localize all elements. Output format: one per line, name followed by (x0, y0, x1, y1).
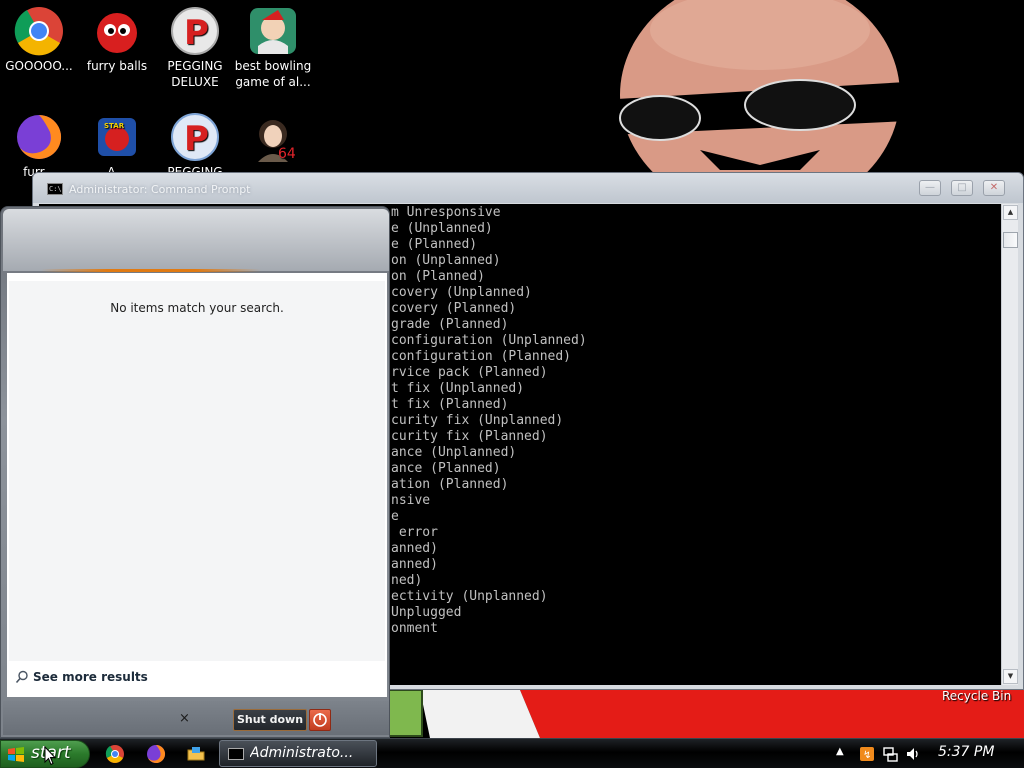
see-more-results-label: See more results (33, 670, 148, 684)
window-title: Administrator: Command Prompt (69, 183, 251, 196)
power-icon (313, 713, 327, 727)
recycle-bin-label[interactable]: Recycle Bin (942, 689, 1011, 703)
pegging-deluxe-icon: P (170, 6, 220, 56)
console-line: ectivity (Unplanned) (391, 589, 548, 604)
taskbar: start Administrato... ▲ ↯ 5:37 PM (0, 738, 1024, 768)
chrome-icon[interactable] (105, 744, 125, 764)
svg-text:P: P (184, 119, 209, 159)
furry-ball-icon (92, 6, 142, 56)
network-icon[interactable] (882, 746, 898, 762)
svg-text:64: 64 (278, 146, 296, 162)
show-hidden-icons-icon[interactable]: ▲ (836, 746, 844, 757)
console-line: anned) (391, 541, 438, 556)
console-line: e (391, 509, 399, 524)
console-line: onment (391, 621, 438, 636)
see-more-results-link[interactable]: See more results (15, 665, 148, 689)
portrait-game-icon: 64 (248, 112, 298, 162)
console-line: covery (Planned) (391, 301, 517, 316)
minimize-button[interactable]: — (919, 180, 941, 196)
start-menu-accent-line (41, 269, 261, 272)
console-icon (228, 748, 244, 760)
console-line: on (Planned) (391, 269, 485, 284)
console-line: e (Planned) (391, 237, 478, 252)
console-line: on (Unplanned) (391, 253, 501, 268)
console-line: t fix (Planned) (391, 397, 509, 412)
maximize-button[interactable]: □ (951, 180, 973, 196)
bowling-game-icon (248, 6, 298, 56)
desktop-icon-pegging-deluxe[interactable]: P PEGGING DELUXE (156, 6, 234, 90)
console-line: ned) (391, 573, 423, 588)
angry-birds-star-wars-icon: STAR (92, 112, 142, 162)
file-explorer-icon[interactable] (186, 744, 206, 764)
window-titlebar[interactable]: C:\ Administrator: Command Prompt — □ ✕ (33, 173, 1023, 203)
firefox-icon (14, 112, 64, 162)
desktop-icon-furry-balls[interactable]: furry balls (78, 6, 156, 74)
console-line: ance (Planned) (391, 461, 501, 476)
scroll-down-arrow-icon[interactable]: ▼ (1003, 669, 1018, 684)
chrome-icon (14, 6, 64, 56)
power-options-button[interactable] (309, 709, 331, 731)
notification-icon[interactable]: ↯ (859, 746, 875, 762)
scroll-up-arrow-icon[interactable]: ▲ (1003, 205, 1018, 220)
console-line: nsive (391, 493, 431, 508)
console-line: t fix (Unplanned) (391, 381, 525, 396)
mouse-cursor-icon (44, 746, 56, 766)
console-line: error (391, 525, 438, 540)
console-line: anned) (391, 557, 438, 572)
console-line: curity fix (Unplanned) (391, 413, 564, 428)
start-menu-header (3, 209, 389, 271)
console-line: covery (Unplanned) (391, 285, 532, 300)
shut-down-button[interactable]: Shut down (233, 709, 307, 731)
console-line: Unplugged (391, 605, 462, 620)
svg-text:↯: ↯ (863, 750, 871, 761)
desktop-icon-label: GOOOOO... (5, 59, 73, 73)
console-line: ance (Unplanned) (391, 445, 517, 460)
vertical-scrollbar[interactable]: ▲ ▼ (1001, 204, 1018, 685)
desktop-icon-bowling[interactable]: best bowling game of al... (234, 6, 312, 90)
close-button[interactable]: ✕ (983, 180, 1005, 196)
volume-icon[interactable] (905, 746, 921, 762)
svg-text:P: P (184, 13, 209, 53)
desktop-icon-chess[interactable]: 64 ... (234, 112, 312, 180)
desktop-icon-firefox[interactable]: furr... (0, 112, 78, 180)
console-line: configuration (Planned) (391, 349, 572, 364)
console-line: grade (Planned) (391, 317, 509, 332)
taskbar-item-label: Administrato... (250, 745, 354, 761)
console-line: e (Unplanned) (391, 221, 493, 236)
clear-search-icon[interactable]: × (179, 711, 190, 726)
taskbar-item-command-prompt[interactable]: Administrato... (219, 740, 377, 767)
windows-logo-icon (8, 747, 24, 762)
desktop-icon-pegging[interactable]: P PEGGING (156, 112, 234, 180)
desktop-icon-chrome[interactable]: GOOOOO... (0, 6, 78, 74)
desktop-icon-angry-birds-star-wars[interactable]: STAR A... (78, 112, 156, 180)
firefox-icon[interactable] (146, 744, 166, 764)
console-line: ation (Planned) (391, 477, 509, 492)
pegging-icon: P (170, 112, 220, 162)
no-results-message: No items match your search. (110, 301, 284, 315)
desktop-icon-label: PEGGING DELUXE (167, 59, 223, 89)
console-line: m Unresponsive (391, 205, 501, 220)
search-icon (15, 670, 28, 684)
svg-text:STAR: STAR (104, 122, 125, 130)
console-line: rvice pack (Planned) (391, 365, 548, 380)
scrollbar-thumb[interactable] (1003, 232, 1018, 248)
desktop-icon-label: furry balls (86, 59, 148, 73)
start-menu-footer: × Shut down (3, 701, 389, 735)
search-results-area: No items match your search. (9, 281, 385, 661)
console-line: configuration (Unplanned) (391, 333, 587, 348)
start-menu[interactable]: No items match your search. See more res… (0, 206, 390, 738)
console-lines: m Unresponsive e (Unplanned) e (Planned) on… (391, 205, 991, 637)
system-clock[interactable]: 5:37 PM (938, 744, 994, 760)
search-results-panel: No items match your search. See more res… (7, 273, 387, 697)
desktop-icon-label: best bowling game of al... (234, 59, 312, 89)
console-line: curity fix (Planned) (391, 429, 548, 444)
console-icon: C:\ (47, 183, 63, 195)
